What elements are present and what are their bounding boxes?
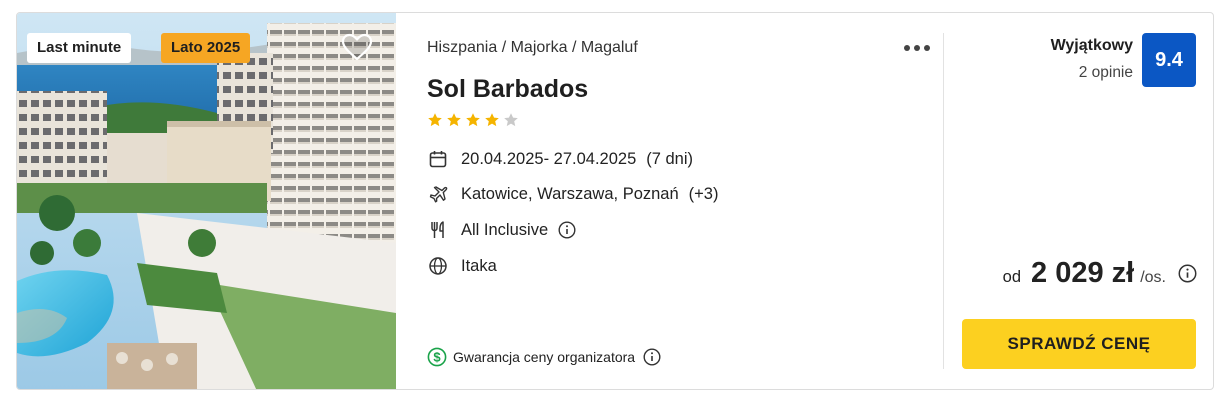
calendar-icon [427,148,449,170]
more-dots-icon [904,45,910,51]
star-icon [428,113,442,127]
date-row: 20.04.2025- 27.04.2025 (7 dni) [427,148,693,170]
cutlery-icon [427,219,449,241]
more-options-button[interactable] [901,37,933,59]
heart-icon [341,33,373,61]
season-badge: Lato 2025 [161,33,251,63]
check-price-button[interactable]: SPRAWDŹ CENĘ [962,319,1196,369]
star-icon [504,113,518,127]
hotel-photo-image [17,13,396,389]
price-guarantee: $ Gwarancja ceny organizatora [427,347,661,367]
svg-text:$: $ [433,350,441,365]
more-departures[interactable]: (+3) [689,185,719,204]
board-type: All Inclusive [461,220,549,239]
offer-card: Last minute Lato 2025 Hiszpania / Majork… [16,12,1214,390]
price-amount: 2 029 zł [1031,257,1135,289]
favorite-button[interactable] [339,31,375,63]
departure-cities: Katowice, Warszawa, Poznań [461,184,679,203]
plane-icon [427,183,449,205]
rating-label: Wyjątkowy [1050,37,1133,54]
star-icon [485,113,499,127]
price-column: Wyjątkowy 2 opinie 9.4 od 2 029 zł /os. … [944,13,1213,389]
dollar-circle-icon: $ [427,347,447,367]
hotel-photo[interactable]: Last minute Lato 2025 [17,13,396,389]
more-dots-icon [924,45,930,51]
globe-icon [427,255,449,277]
tour-operator: Itaka [461,256,497,275]
info-icon[interactable] [1178,264,1197,283]
reviews-count[interactable]: 2 opinie [1079,64,1133,82]
travel-dates: 20.04.2025- 27.04.2025 [461,149,637,168]
offer-info: Hiszpania / Majorka / Magaluf Sol Barbad… [427,13,943,389]
trip-duration: (7 dni) [646,149,694,168]
price-block: od 2 029 zł /os. [1003,257,1197,290]
info-icon[interactable] [558,221,576,239]
hotel-stars [427,112,519,128]
price-per-person: /os. [1140,269,1166,286]
operator-row: Itaka [427,255,497,277]
more-dots-icon [914,45,920,51]
star-icon [466,113,480,127]
guarantee-label: Gwarancja ceny organizatora [453,349,636,365]
price-from-label: od [1002,268,1022,286]
info-icon[interactable] [643,348,661,366]
board-row: All Inclusive [427,219,576,241]
location-breadcrumb[interactable]: Hiszpania / Majorka / Magaluf [427,39,638,57]
departure-row: Katowice, Warszawa, Poznań (+3) [427,183,718,205]
rating-score-badge[interactable]: 9.4 [1142,33,1196,87]
star-icon [447,113,461,127]
hotel-name[interactable]: Sol Barbados [427,75,588,104]
last-minute-badge: Last minute [27,33,132,63]
